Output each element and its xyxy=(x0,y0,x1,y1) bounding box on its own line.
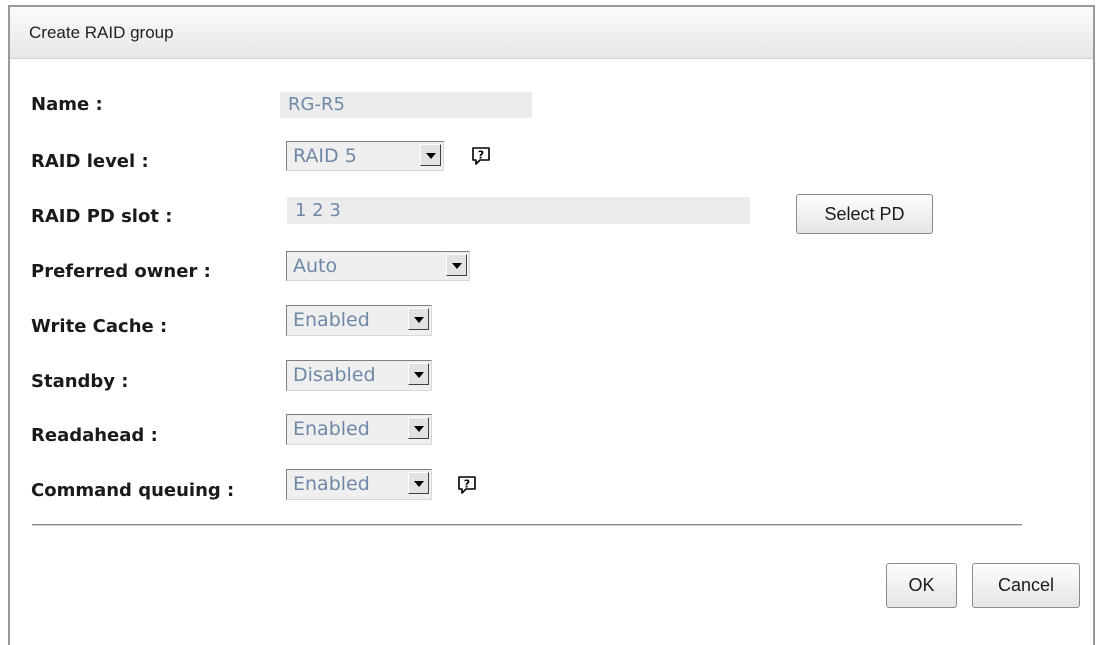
preferred-owner-label: Preferred owner : xyxy=(31,261,211,282)
create-raid-group-dialog: Create RAID group Name : RG-R5 RAID leve… xyxy=(8,5,1095,645)
command-queuing-select[interactable]: Enabled xyxy=(286,469,432,500)
raid-pd-slot-field: 1 2 3 xyxy=(287,197,750,224)
raid-pd-slot-value: 1 2 3 xyxy=(295,200,341,221)
write-cache-value: Enabled xyxy=(293,309,370,331)
readahead-select[interactable]: Enabled xyxy=(286,414,432,445)
svg-text:?: ? xyxy=(478,149,484,162)
preferred-owner-value: Auto xyxy=(293,255,338,277)
write-cache-select[interactable]: Enabled xyxy=(286,305,432,336)
name-field[interactable]: RG-R5 xyxy=(280,92,532,118)
raid-level-value: RAID 5 xyxy=(293,145,357,167)
chevron-down-icon[interactable] xyxy=(420,144,441,166)
ok-button[interactable]: OK xyxy=(886,563,957,608)
chevron-down-icon[interactable] xyxy=(408,417,429,439)
raid-pd-slot-label: RAID PD slot : xyxy=(31,206,173,227)
dialog-title: Create RAID group xyxy=(29,23,174,42)
standby-value: Disabled xyxy=(293,364,376,386)
help-icon[interactable]: ? xyxy=(456,474,478,496)
raid-level-label: RAID level : xyxy=(31,151,149,172)
readahead-value: Enabled xyxy=(293,418,370,440)
raid-level-select[interactable]: RAID 5 xyxy=(286,141,444,171)
help-icon[interactable]: ? xyxy=(470,145,492,167)
chevron-down-icon[interactable] xyxy=(446,254,467,276)
chevron-down-icon[interactable] xyxy=(408,308,429,330)
svg-text:?: ? xyxy=(464,478,470,491)
command-queuing-label: Command queuing : xyxy=(31,480,235,501)
select-pd-button[interactable]: Select PD xyxy=(796,194,933,234)
write-cache-label: Write Cache : xyxy=(31,316,168,337)
standby-select[interactable]: Disabled xyxy=(286,360,432,391)
command-queuing-value: Enabled xyxy=(293,473,370,495)
name-label: Name : xyxy=(31,94,103,115)
dialog-titlebar: Create RAID group xyxy=(10,7,1093,59)
chevron-down-icon[interactable] xyxy=(408,363,429,385)
preferred-owner-select[interactable]: Auto xyxy=(286,251,470,281)
standby-label: Standby : xyxy=(31,371,129,392)
divider xyxy=(32,524,1022,526)
readahead-label: Readahead : xyxy=(31,425,158,446)
chevron-down-icon[interactable] xyxy=(408,472,429,494)
cancel-button[interactable]: Cancel xyxy=(972,563,1080,608)
name-value: RG-R5 xyxy=(288,94,345,115)
